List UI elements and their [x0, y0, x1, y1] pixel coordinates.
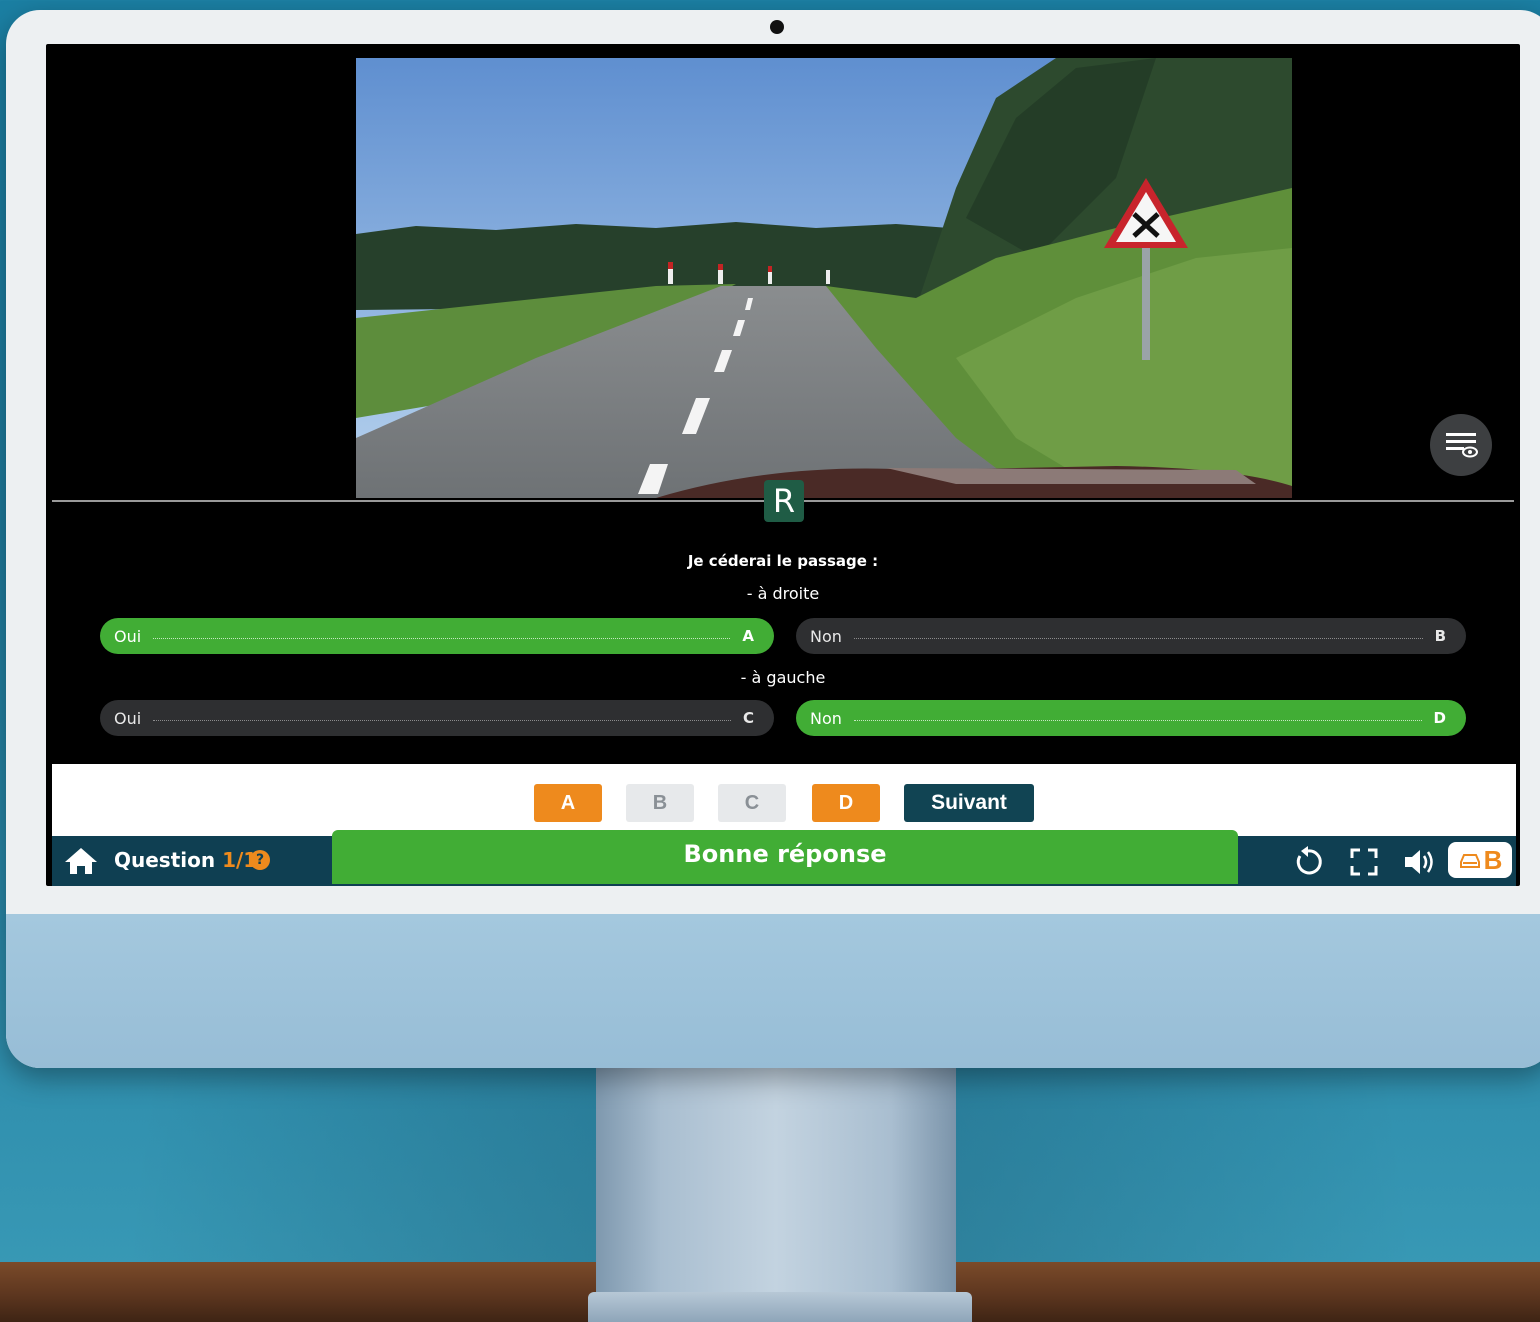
monitor: R Je céderai le passage : - à droite Oui…	[6, 10, 1540, 1068]
sub-question-left: - à gauche	[740, 668, 826, 687]
monitor-stand-foot	[588, 1292, 972, 1322]
home-button[interactable]	[64, 846, 98, 880]
answer-option-text: Oui	[114, 708, 142, 728]
speaker-icon	[1405, 850, 1433, 874]
question-title: Je céderai le passage :	[687, 552, 879, 570]
answer-option-text: Non	[810, 708, 842, 728]
answer-option-letter: A	[742, 627, 754, 645]
replay-button[interactable]	[1292, 846, 1324, 882]
webcam	[770, 20, 784, 34]
answer-option-text: Non	[810, 626, 842, 646]
monitor-stand	[596, 1066, 956, 1298]
question-counter-label: Question	[114, 848, 216, 872]
answer-key-a[interactable]: A	[534, 784, 602, 822]
screen: R Je céderai le passage : - à droite Oui…	[46, 44, 1520, 886]
subtitles-view-icon	[1446, 433, 1478, 458]
answer-leader-dots	[853, 719, 1422, 721]
answer-leader-dots	[853, 637, 1423, 639]
license-category-letter: B	[1483, 844, 1503, 875]
fullscreen-icon	[1350, 848, 1378, 876]
answer-option-text: Oui	[114, 626, 142, 646]
answer-key-b[interactable]: B	[626, 784, 694, 822]
answer-option-d[interactable]: Non D	[796, 700, 1466, 736]
monitor-chin	[6, 914, 1540, 1068]
driving-scene-image	[356, 58, 1292, 498]
answer-option-c[interactable]: Oui C	[100, 700, 774, 736]
car-icon	[1459, 854, 1480, 868]
replay-badge: R	[764, 480, 804, 522]
help-icon[interactable]: ?	[250, 850, 270, 870]
answer-option-letter: B	[1434, 627, 1446, 645]
answer-option-letter: D	[1433, 709, 1446, 727]
replay-icon	[1296, 846, 1322, 875]
answer-option-a[interactable]: Oui A	[100, 618, 774, 654]
fullscreen-button[interactable]	[1348, 846, 1380, 882]
volume-button[interactable]	[1402, 846, 1438, 882]
answer-leader-dots	[153, 719, 731, 721]
subtitles-toggle-button[interactable]	[1430, 414, 1492, 476]
status-bar: Question 1/1 ? Bonne réponse B	[52, 830, 1516, 886]
question-counter: Question 1/1	[114, 848, 257, 872]
answer-option-b[interactable]: Non B	[796, 618, 1466, 654]
answer-key-c[interactable]: C	[718, 784, 786, 822]
result-banner: Bonne réponse	[332, 830, 1238, 884]
answer-key-d[interactable]: D	[812, 784, 880, 822]
sub-question-right: - à droite	[746, 584, 820, 603]
next-button[interactable]: Suivant	[904, 784, 1034, 822]
answer-option-letter: C	[742, 709, 754, 727]
home-icon	[65, 848, 97, 874]
license-category-badge: B	[1448, 842, 1512, 878]
answer-key-bar: A B C D Suivant	[52, 764, 1516, 836]
answer-leader-dots	[153, 637, 731, 639]
